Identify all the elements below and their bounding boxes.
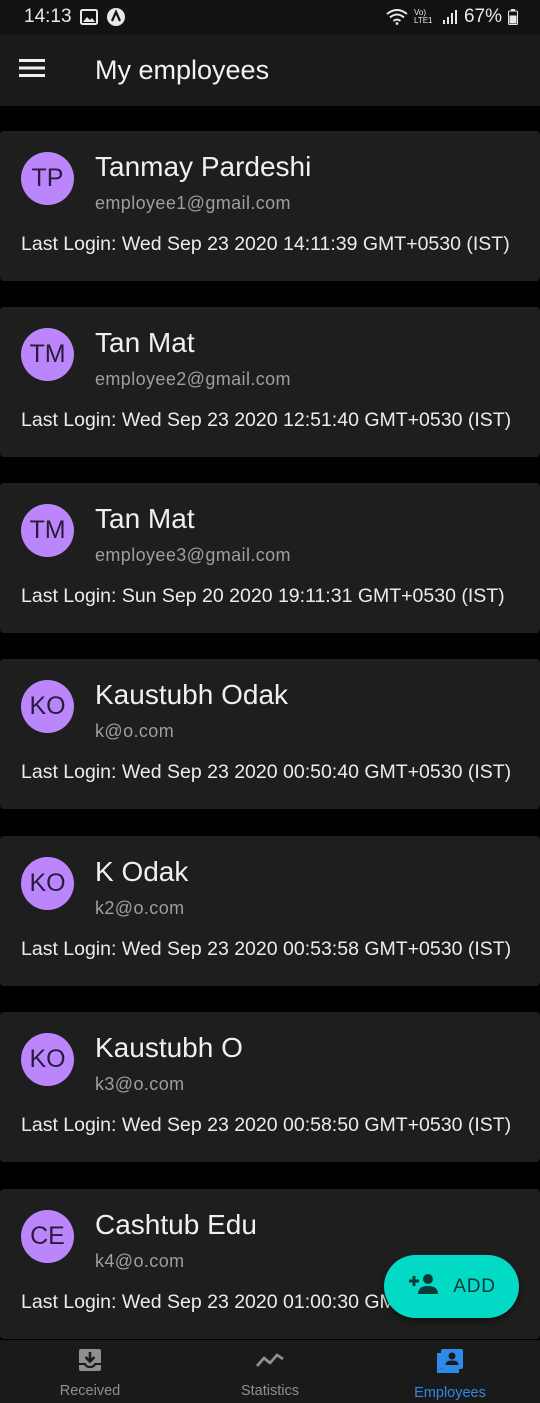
- employee-name: Tanmay Pardeshi: [95, 151, 312, 182]
- employee-name: Tan Mat: [95, 327, 195, 358]
- nav-label-received: Received: [59, 1383, 121, 1399]
- menu-button[interactable]: [0, 34, 64, 106]
- add-button-label: ADD: [453, 1275, 496, 1297]
- employee-card[interactable]: KO Kaustubh O k3@o.com Last Login: Wed S…: [0, 1012, 540, 1162]
- avatar: TM: [21, 504, 74, 557]
- employee-card[interactable]: TM Tan Mat employee3@gmail.com Last Logi…: [0, 483, 540, 633]
- employee-email: employee1@gmail.com: [95, 193, 291, 213]
- battery-percent: 67%: [463, 6, 502, 27]
- employee-name: Kaustubh Odak: [95, 679, 289, 710]
- employee-email: employee2@gmail.com: [95, 369, 291, 389]
- employee-email: k@o.com: [95, 721, 175, 741]
- employee-last-login: Last Login: Wed Sep 23 2020 14:11:39 GMT…: [21, 233, 510, 255]
- employee-last-login: Last Login: Wed Sep 23 2020 12:51:40 GMT…: [21, 409, 512, 431]
- employee-email: employee3@gmail.com: [95, 545, 291, 565]
- nav-label-statistics: Statistics: [240, 1383, 299, 1399]
- employee-last-login: Last Login: Wed Sep 23 2020 00:58:50 GMT…: [21, 1114, 512, 1136]
- employee-last-login: Last Login: Sun Sep 20 2020 19:11:31 GMT…: [21, 585, 505, 607]
- add-person-icon: [407, 1273, 439, 1300]
- signal-icon: [442, 9, 458, 25]
- page-title: My employees: [95, 54, 270, 85]
- employee-last-login: Last Login: Wed Sep 23 2020 00:50:40 GMT…: [21, 761, 512, 783]
- employee-name: Cashtub Edu: [95, 1209, 257, 1240]
- employee-last-login: Last Login: Wed Sep 23 2020 00:53:58 GMT…: [21, 938, 512, 960]
- trending-line-icon: [255, 1348, 285, 1377]
- employee-name: K Odak: [95, 856, 189, 887]
- employee-email: k2@o.com: [95, 898, 185, 918]
- status-right: Vo) LTE1 67%: [386, 6, 518, 28]
- employee-card[interactable]: KO K Odak k2@o.com Last Login: Wed Sep 2…: [0, 836, 540, 986]
- status-time: 14:13: [24, 6, 72, 27]
- nav-item-employees[interactable]: Employees: [360, 1340, 540, 1403]
- hamburger-menu-icon: [19, 58, 45, 83]
- avatar: CE: [21, 1210, 74, 1263]
- status-left: 14:13: [24, 6, 126, 28]
- employee-email: k3@o.com: [95, 1074, 185, 1094]
- app-bar: My employees: [0, 34, 540, 106]
- network-type-label: Vo) LTE1: [413, 8, 433, 25]
- employee-list[interactable]: TP Tanmay Pardeshi employee1@gmail.com L…: [0, 106, 540, 1340]
- gallery-notification-icon: [79, 9, 98, 25]
- avatar: KO: [21, 680, 74, 733]
- employee-name: Kaustubh O: [95, 1032, 243, 1063]
- nav-label-employees: Employees: [414, 1385, 486, 1401]
- battery-icon: [508, 9, 518, 25]
- wifi-icon: [386, 9, 408, 25]
- employee-card[interactable]: TP Tanmay Pardeshi employee1@gmail.com L…: [0, 131, 540, 281]
- avatar: TM: [21, 328, 74, 381]
- employee-name: Tan Mat: [95, 503, 195, 534]
- bottom-navigation: Received Statistics Employees: [0, 1340, 540, 1403]
- avatar: TP: [21, 152, 74, 205]
- app-notification-icon: [106, 7, 126, 27]
- status-bar: 14:13 Vo) LTE1 67%: [0, 0, 540, 34]
- employee-card[interactable]: TM Tan Mat employee2@gmail.com Last Logi…: [0, 307, 540, 457]
- inbox-download-icon: [78, 1348, 102, 1377]
- employee-card[interactable]: KO Kaustubh Odak k@o.com Last Login: Wed…: [0, 659, 540, 809]
- nav-item-statistics[interactable]: Statistics: [180, 1340, 360, 1403]
- add-employee-button[interactable]: ADD: [384, 1255, 519, 1318]
- avatar: KO: [21, 1033, 74, 1086]
- employee-email: k4@o.com: [95, 1251, 185, 1271]
- avatar: KO: [21, 857, 74, 910]
- contacts-icon: [436, 1348, 464, 1379]
- nav-item-received[interactable]: Received: [0, 1340, 180, 1403]
